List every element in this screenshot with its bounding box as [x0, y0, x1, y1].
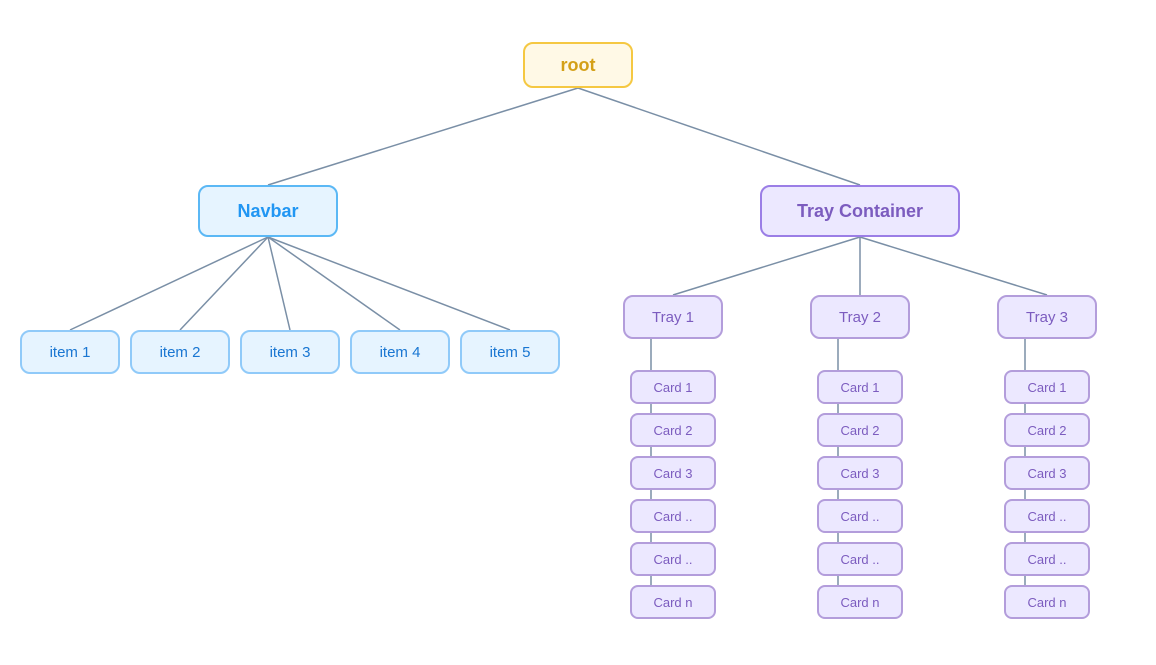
tray3-card-2-label: Card 2	[1027, 423, 1066, 438]
root-label: root	[561, 55, 596, 76]
tray3-card-n: Card n	[1004, 585, 1090, 619]
nav-item-5-label: item 5	[490, 344, 531, 361]
root-node: root	[523, 42, 633, 88]
tray3-card-3: Card 3	[1004, 456, 1090, 490]
tray3-card-4-label: Card ..	[1027, 509, 1066, 524]
tray1-card-n: Card n	[630, 585, 716, 619]
tray-container-node: Tray Container	[760, 185, 960, 237]
tray2-card-3-label: Card 3	[840, 466, 879, 481]
tray2-card-5-label: Card ..	[840, 552, 879, 567]
tray-2-node: Tray 2	[810, 295, 910, 339]
tray3-card-5: Card ..	[1004, 542, 1090, 576]
tray2-card-2-label: Card 2	[840, 423, 879, 438]
tray1-card-n-label: Card n	[653, 595, 692, 610]
tray-1-node: Tray 1	[623, 295, 723, 339]
tray2-card-1: Card 1	[817, 370, 903, 404]
tray1-card-2-label: Card 2	[653, 423, 692, 438]
tray1-card-1: Card 1	[630, 370, 716, 404]
tray1-card-5: Card ..	[630, 542, 716, 576]
tray-3-node: Tray 3	[997, 295, 1097, 339]
tray-1-label: Tray 1	[652, 309, 694, 326]
tray3-card-4: Card ..	[1004, 499, 1090, 533]
tray3-card-5-label: Card ..	[1027, 552, 1066, 567]
nav-item-1: item 1	[20, 330, 120, 374]
tray-2-label: Tray 2	[839, 309, 881, 326]
nav-item-3-label: item 3	[270, 344, 311, 361]
nav-item-2: item 2	[130, 330, 230, 374]
tray3-card-n-label: Card n	[1027, 595, 1066, 610]
tray1-card-2: Card 2	[630, 413, 716, 447]
tray3-card-2: Card 2	[1004, 413, 1090, 447]
tray3-card-3-label: Card 3	[1027, 466, 1066, 481]
tray-3-label: Tray 3	[1026, 309, 1068, 326]
tray-container-label: Tray Container	[797, 201, 923, 222]
nav-item-4: item 4	[350, 330, 450, 374]
nav-item-1-label: item 1	[50, 344, 91, 361]
tray2-card-1-label: Card 1	[840, 380, 879, 395]
tray3-card-1: Card 1	[1004, 370, 1090, 404]
navbar-label: Navbar	[237, 201, 298, 222]
tray1-card-1-label: Card 1	[653, 380, 692, 395]
nav-item-3: item 3	[240, 330, 340, 374]
nav-item-5: item 5	[460, 330, 560, 374]
tray2-card-2: Card 2	[817, 413, 903, 447]
tray2-card-4-label: Card ..	[840, 509, 879, 524]
tray1-card-3: Card 3	[630, 456, 716, 490]
tray1-card-4: Card ..	[630, 499, 716, 533]
tray1-card-3-label: Card 3	[653, 466, 692, 481]
nav-item-2-label: item 2	[160, 344, 201, 361]
tray1-card-5-label: Card ..	[653, 552, 692, 567]
tray2-card-n-label: Card n	[840, 595, 879, 610]
tray2-card-5: Card ..	[817, 542, 903, 576]
nav-item-4-label: item 4	[380, 344, 421, 361]
tray2-card-3: Card 3	[817, 456, 903, 490]
tray2-card-4: Card ..	[817, 499, 903, 533]
tray2-card-n: Card n	[817, 585, 903, 619]
navbar-node: Navbar	[198, 185, 338, 237]
tray3-card-1-label: Card 1	[1027, 380, 1066, 395]
tray1-card-4-label: Card ..	[653, 509, 692, 524]
